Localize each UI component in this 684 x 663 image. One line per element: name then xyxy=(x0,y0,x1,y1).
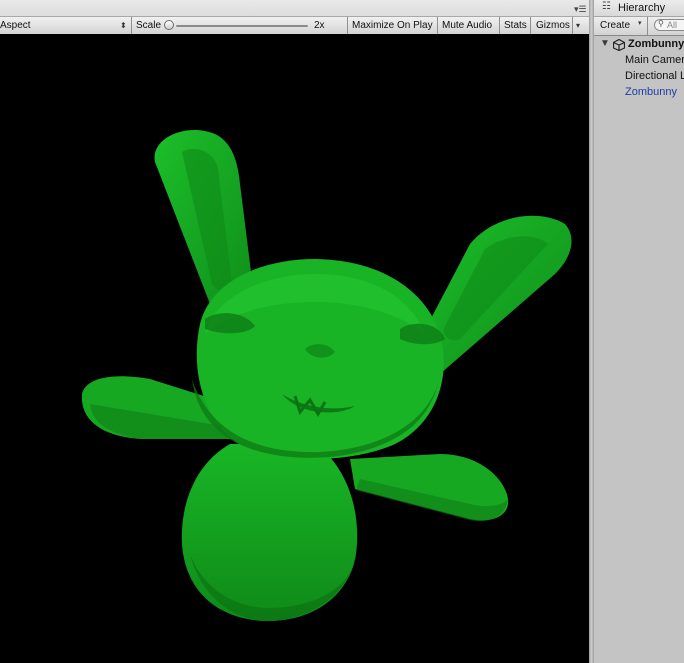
tab-hierarchy[interactable]: ☷ Hierarchy xyxy=(594,0,684,16)
game-viewport[interactable] xyxy=(0,34,589,663)
scene-row[interactable]: ▼ Zombunny xyxy=(594,36,684,52)
panel-menu-icon[interactable]: ▾☰ xyxy=(574,4,587,15)
game-view-toolbar: ▾☰ Aspect ⬍ Scale 2x Maximize On Play Mu… xyxy=(0,0,589,36)
hierarchy-search-input[interactable]: ⚲ All xyxy=(654,19,684,31)
hierarchy-item-directional-light[interactable]: Directional Light xyxy=(625,68,684,84)
toolbar-divider xyxy=(347,17,348,35)
gizmos-dropdown-icon[interactable]: ▾ xyxy=(576,17,580,35)
scale-slider-knob[interactable] xyxy=(164,20,174,30)
stats-toggle[interactable]: Stats xyxy=(504,17,527,35)
dropdown-arrows-icon: ⬍ xyxy=(120,21,127,30)
toolbar-divider xyxy=(572,17,573,35)
hierarchy-panel: ☷ Hierarchy Create ▾ ⚲ All ▼ Zombunny Ma… xyxy=(594,0,684,663)
toolbar-divider xyxy=(499,17,500,35)
scale-slider-track[interactable] xyxy=(176,25,308,27)
hierarchy-tab-label: Hierarchy xyxy=(618,2,666,14)
scale-label: Scale xyxy=(136,20,162,31)
hierarchy-list-icon: ☷ xyxy=(602,1,611,12)
aspect-dropdown[interactable]: Aspect xyxy=(0,17,120,35)
toolbar-divider xyxy=(647,17,648,35)
unity-scene-icon xyxy=(613,39,625,51)
hierarchy-item-main-camera[interactable]: Main Camera xyxy=(625,52,684,68)
gizmos-toggle[interactable]: Gizmos xyxy=(536,17,570,35)
toolbar-divider xyxy=(131,17,132,35)
expand-triangle-icon[interactable]: ▼ xyxy=(600,36,610,52)
hierarchy-toolbar: Create ▾ ⚲ All xyxy=(594,16,684,36)
head xyxy=(192,259,445,460)
scale-value: 2x xyxy=(314,20,325,31)
chevron-down-icon[interactable]: ▾ xyxy=(638,19,642,27)
create-dropdown[interactable]: Create xyxy=(600,19,630,32)
toolbar-divider xyxy=(437,17,438,35)
right-arm xyxy=(350,454,509,522)
zombunny-model xyxy=(81,130,572,622)
body xyxy=(181,444,358,622)
hierarchy-item-zombunny[interactable]: Zombunny xyxy=(625,84,677,100)
scene-name: Zombunny xyxy=(628,38,684,50)
mute-audio-toggle[interactable]: Mute Audio xyxy=(442,17,492,35)
search-placeholder: All xyxy=(667,20,678,30)
game-toolbar-row: Aspect ⬍ Scale 2x Maximize On Play Mute … xyxy=(0,16,589,36)
game-view-panel: ▾☰ Aspect ⬍ Scale 2x Maximize On Play Mu… xyxy=(0,0,589,663)
search-icon: ⚲ xyxy=(658,19,664,28)
maximize-on-play-toggle[interactable]: Maximize On Play xyxy=(352,17,433,35)
toolbar-divider xyxy=(530,17,531,35)
